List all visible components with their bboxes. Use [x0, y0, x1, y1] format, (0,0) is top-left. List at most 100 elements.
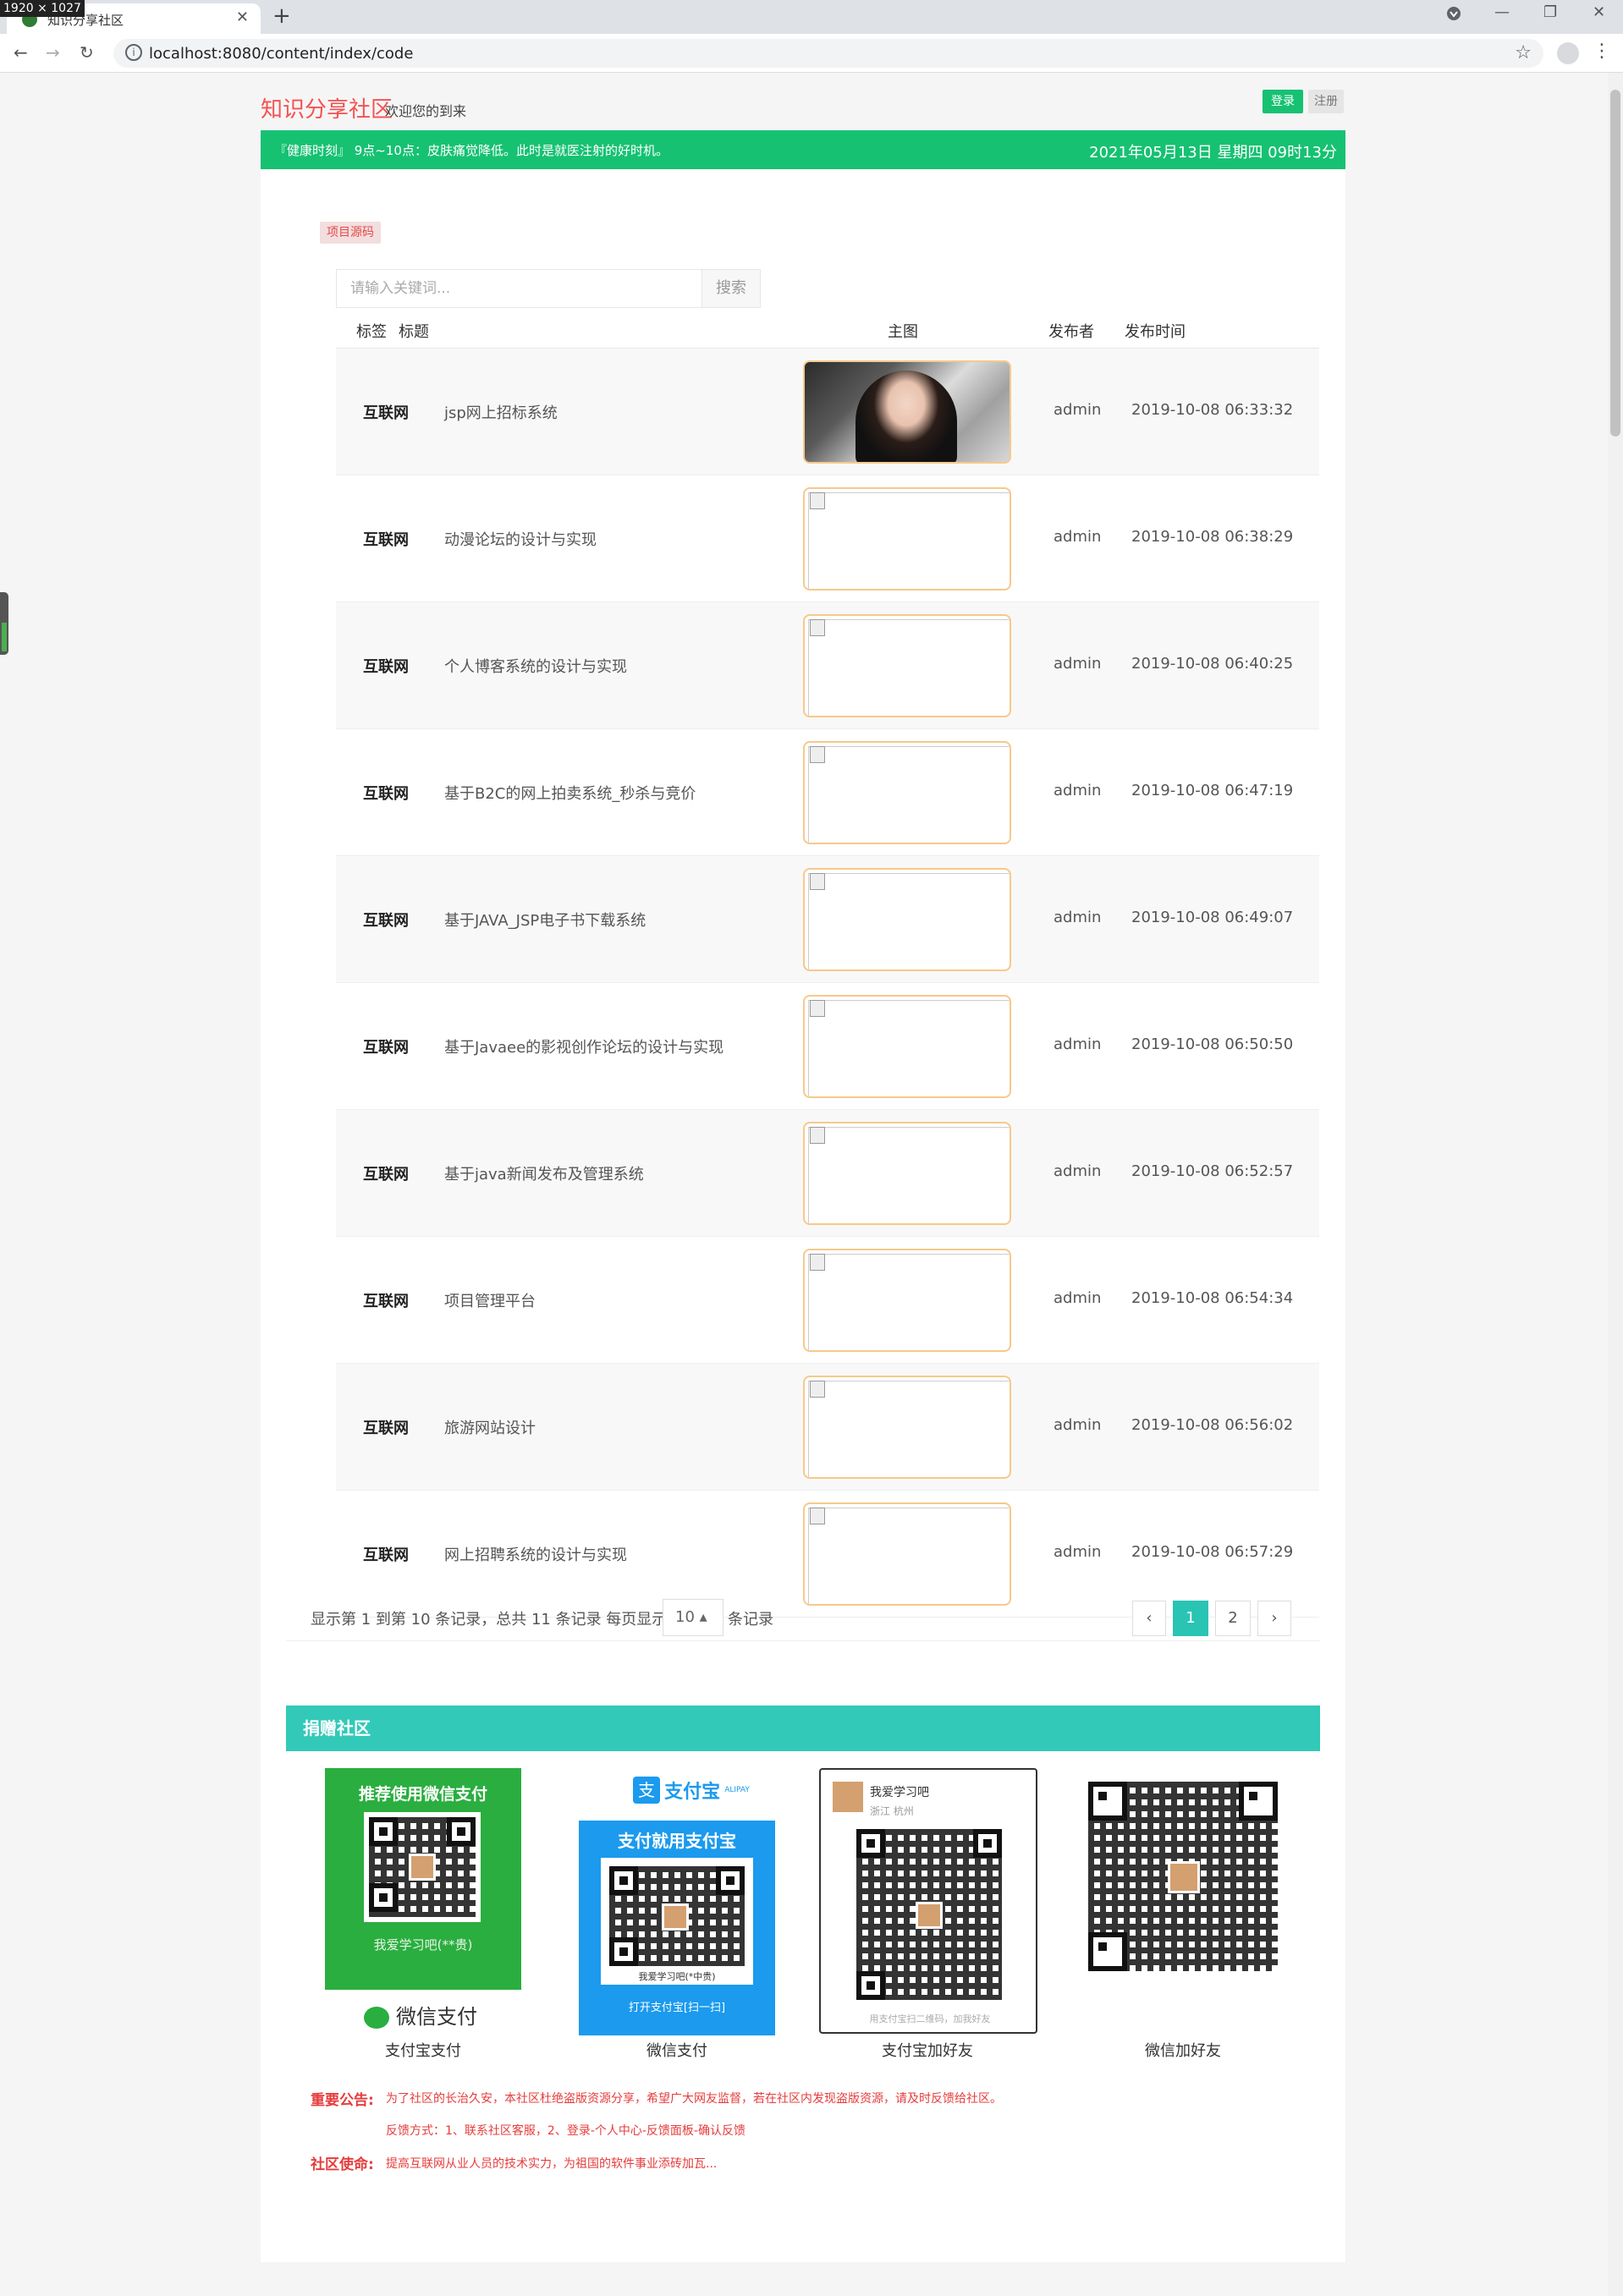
row-thumbnail[interactable]: [803, 360, 1011, 464]
caption-wechat-friend: 微信加好友: [1145, 2042, 1221, 2060]
welcome-text: 欢迎您的到来: [385, 103, 467, 119]
alipay-card-subtitle: 我爱学习吧(*中贵): [638, 1971, 716, 1982]
row-title[interactable]: 动漫论坛的设计与实现: [444, 528, 597, 550]
broken-image-icon: [810, 873, 825, 890]
row-title[interactable]: 旅游网站设计: [444, 1416, 536, 1438]
url-text[interactable]: localhost:8080/content/index/code: [149, 45, 413, 63]
row-time: 2019-10-08 06:47:19: [1131, 782, 1294, 799]
friend-location: 浙江 杭州: [870, 1805, 914, 1817]
address-bar[interactable]: i localhost:8080/content/index/code ☆: [113, 39, 1543, 68]
site-logo[interactable]: 知识分享社区: [261, 92, 393, 124]
pager-page-1[interactable]: 1: [1173, 1601, 1208, 1636]
restore-icon[interactable]: ❐: [1543, 3, 1557, 21]
site-info-icon[interactable]: i: [125, 44, 142, 61]
row-title[interactable]: 基于Javaee的影视创作论坛的设计与实现: [444, 1035, 723, 1057]
row-tag: 互联网: [363, 1546, 409, 1564]
current-datetime: 2021年05月13日 星期四 09时13分: [1089, 144, 1337, 162]
pager-next-button[interactable]: ›: [1257, 1601, 1291, 1636]
scrollbar-thumb[interactable]: [1610, 90, 1620, 437]
table-row[interactable]: 互联网 jsp网上招标系统 admin 2019-10-08 06:33:32: [336, 349, 1319, 475]
row-tag: 互联网: [363, 404, 409, 422]
broken-image-icon: [810, 1508, 825, 1524]
pager-prev-button[interactable]: ‹: [1132, 1601, 1166, 1636]
page-scrollbar[interactable]: [1608, 73, 1623, 2296]
alipay-logo-icon: 支: [633, 1777, 660, 1804]
row-author: admin: [1054, 1416, 1102, 1434]
browser-menu-icon[interactable]: ⋮: [1593, 41, 1611, 62]
broken-image-icon: [810, 1000, 825, 1017]
row-thumbnail[interactable]: [803, 614, 1011, 717]
row-thumbnail[interactable]: [803, 1502, 1011, 1606]
qr-avatar: [916, 1902, 943, 1929]
row-title[interactable]: jsp网上招标系统: [444, 401, 558, 423]
qr-avatar: [409, 1854, 436, 1881]
broken-image-icon: [810, 492, 825, 509]
wechat-friend-qr-code: [1085, 1778, 1281, 1975]
row-title[interactable]: 网上招聘系统的设计与实现: [444, 1543, 627, 1565]
column-header-title: 标题: [399, 323, 429, 341]
row-thumbnail[interactable]: [803, 1376, 1011, 1479]
reload-icon[interactable]: ↻: [80, 42, 94, 63]
pagination-info: 显示第 1 到第 10 条记录，总共 11 条记录 每页显示: [311, 1611, 668, 1629]
table-row[interactable]: 互联网 动漫论坛的设计与实现 admin 2019-10-08 06:38:29: [336, 475, 1319, 602]
window-close-icon[interactable]: ✕: [1593, 3, 1605, 21]
row-title[interactable]: 项目管理平台: [444, 1289, 536, 1311]
row-author: admin: [1054, 401, 1102, 419]
qr-finder: [1239, 1782, 1278, 1821]
row-thumbnail[interactable]: [803, 741, 1011, 844]
search-input[interactable]: [337, 270, 751, 307]
forward-icon[interactable]: →: [46, 42, 60, 63]
row-title[interactable]: 基于java新闻发布及管理系统: [444, 1162, 644, 1184]
side-handle[interactable]: [0, 592, 8, 655]
row-thumbnail[interactable]: [803, 1249, 1011, 1352]
screen-size-badge: 1920 × 1027: [0, 0, 85, 17]
minimize-icon[interactable]: —: [1494, 3, 1510, 21]
alipay-brand-text: 支付宝: [664, 1782, 721, 1803]
row-thumbnail[interactable]: [803, 995, 1011, 1098]
qr-finder: [856, 1971, 885, 2000]
row-thumbnail[interactable]: [803, 868, 1011, 971]
row-thumbnail[interactable]: [803, 487, 1011, 590]
qr-finder: [369, 1883, 398, 1912]
back-icon[interactable]: ←: [14, 42, 28, 63]
table-row[interactable]: 互联网 基于B2C的网上拍卖系统_秒杀与竞价 admin 2019-10-08 …: [336, 729, 1319, 856]
tab-close-icon[interactable]: ✕: [236, 8, 249, 26]
new-tab-icon[interactable]: +: [272, 3, 291, 29]
page-size-select[interactable]: 10 ▴: [663, 1599, 723, 1636]
alipay-brand-en: ALIPAY: [724, 1786, 750, 1794]
pager-page-2[interactable]: 2: [1215, 1601, 1251, 1636]
search-button[interactable]: 搜索: [701, 269, 761, 308]
table-row[interactable]: 互联网 个人博客系统的设计与实现 admin 2019-10-08 06:40:…: [336, 602, 1319, 729]
caption-alipay-pay: 支付宝支付: [385, 2042, 461, 2060]
table-row[interactable]: 互联网 基于java新闻发布及管理系统 admin 2019-10-08 06:…: [336, 1110, 1319, 1237]
table-row[interactable]: 互联网 旅游网站设计 admin 2019-10-08 06:56:02: [336, 1364, 1319, 1491]
row-title[interactable]: 基于JAVA_JSP电子书下载系统: [444, 909, 646, 931]
broken-image-frame: [808, 1254, 1010, 1350]
row-title[interactable]: 基于B2C的网上拍卖系统_秒杀与竞价: [444, 782, 696, 804]
row-title[interactable]: 个人博客系统的设计与实现: [444, 655, 627, 677]
table-row[interactable]: 互联网 基于JAVA_JSP电子书下载系统 admin 2019-10-08 0…: [336, 856, 1319, 983]
table-row[interactable]: 互联网 网上招聘系统的设计与实现 admin 2019-10-08 06:57:…: [336, 1491, 1319, 1618]
broken-image-icon: [810, 746, 825, 763]
donate-section-header: 捐赠社区: [286, 1706, 1320, 1751]
row-tag: 互联网: [363, 658, 409, 676]
profile-avatar-icon[interactable]: [1557, 42, 1579, 64]
search-field[interactable]: [336, 269, 752, 308]
wechat-logo-icon: [364, 2007, 389, 2029]
wechat-card-title: 推荐使用微信支付: [358, 1785, 487, 1804]
qr-finder: [1088, 1932, 1127, 1971]
row-thumbnail[interactable]: [803, 1122, 1011, 1225]
bookmark-star-icon[interactable]: ☆: [1515, 42, 1532, 63]
window-minimize-icon[interactable]: [1445, 5, 1462, 26]
qr-finder: [973, 1829, 1002, 1858]
row-time: 2019-10-08 06:57:29: [1131, 1543, 1294, 1561]
table-row[interactable]: 互联网 项目管理平台 admin 2019-10-08 06:54:34: [336, 1237, 1319, 1364]
wechat-pay-brand: 微信支付: [364, 2000, 477, 2030]
register-button[interactable]: 注册: [1308, 90, 1344, 113]
login-button[interactable]: 登录: [1263, 90, 1303, 113]
qr-avatar: [662, 1903, 689, 1931]
row-author: admin: [1054, 909, 1102, 926]
project-list-panel: 项目源码 搜索 标签 标题 主图 发布者 发布时间 互联网 jsp网上招标系统 …: [286, 195, 1320, 1641]
main-content-card: 项目源码 搜索 标签 标题 主图 发布者 发布时间 互联网 jsp网上招标系统 …: [261, 169, 1345, 2262]
table-row[interactable]: 互联网 基于Javaee的影视创作论坛的设计与实现 admin 2019-10-…: [336, 983, 1319, 1110]
